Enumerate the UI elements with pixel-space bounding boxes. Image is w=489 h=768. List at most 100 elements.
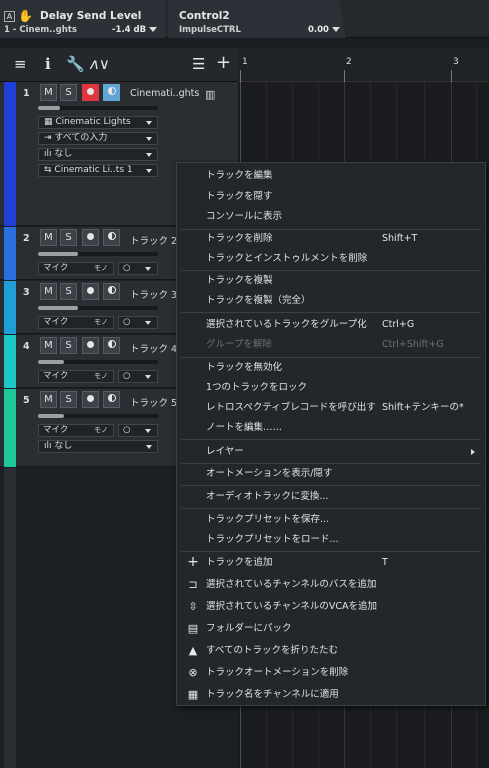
mute-button[interactable]: M <box>40 391 57 408</box>
ruler-mark-1: 1 <box>242 57 248 67</box>
menu-item-disable-track[interactable]: トラックを無効化 <box>177 357 485 378</box>
track-color-strip[interactable] <box>4 335 16 388</box>
record-icon <box>87 287 94 294</box>
automation-a-badge[interactable]: A <box>4 11 15 22</box>
track-color-strip[interactable] <box>4 389 16 467</box>
menu-item-show-hide-automation[interactable]: オートメーションを表示/隠す <box>177 463 485 484</box>
solo-button[interactable]: S <box>60 391 77 408</box>
menu-item-retrospective-record[interactable]: レトロスペクティブレコードを呼び出す Shift+テンキーの* <box>177 397 485 418</box>
track-options-icon[interactable]: ☰ <box>192 55 205 73</box>
input-mode-select[interactable]: ○ <box>118 316 158 329</box>
volume-fader[interactable] <box>38 360 158 364</box>
menu-item-apply-name[interactable]: ▦ トラック名をチャンネルに適用 <box>177 684 485 705</box>
menu-item-edit-notes[interactable]: ノートを編集…… <box>177 417 485 438</box>
volume-fader[interactable] <box>38 252 158 256</box>
volume-fader[interactable] <box>38 106 158 110</box>
wrench-icon[interactable]: 🔧 <box>66 55 85 73</box>
menu-item-convert-to-audio[interactable]: オーディオトラックに変換... <box>177 486 485 507</box>
menu-item-show-in-console[interactable]: コンソールに表示 <box>177 206 485 227</box>
input-select[interactable]: マイク モノ <box>38 262 114 275</box>
menu-item-save-track-preset[interactable]: トラックプリセットを保存... <box>177 509 485 530</box>
control-value[interactable]: 0.00 <box>308 25 340 35</box>
record-button[interactable] <box>82 391 99 408</box>
monitor-button[interactable] <box>103 391 120 408</box>
menu-item-add-bus[interactable]: ⊐ 選択されているチャンネルのバスを追加 <box>177 574 485 595</box>
input-mode-select[interactable]: ○ <box>118 370 158 383</box>
automation-icon[interactable]: ʌ∨ <box>90 55 110 73</box>
input-icon: ⇥ <box>44 133 55 143</box>
solo-button[interactable]: S <box>60 337 77 354</box>
menu-item-pack-folder[interactable]: ▤ フォルダーにパック <box>177 618 485 639</box>
menu-item-layers[interactable]: レイヤー <box>177 441 485 462</box>
solo-button[interactable]: S <box>60 84 77 101</box>
info-bar: A ✋ Delay Send Level 1 - Cinem..ghts -1.… <box>0 0 489 38</box>
input-mode-select[interactable]: ○ <box>118 262 158 275</box>
parameter-value[interactable]: -1.4 dB <box>112 25 158 35</box>
record-button[interactable] <box>82 84 99 101</box>
solo-button[interactable]: S <box>60 283 77 300</box>
menu-item-add-track[interactable]: + トラックを追加 T <box>177 552 485 573</box>
record-icon <box>87 233 94 240</box>
mute-button[interactable]: M <box>40 229 57 246</box>
menu-item-hide-track[interactable]: トラックを隠す <box>177 186 485 207</box>
menu-item-remove-automation[interactable]: ⊗ トラックオートメーションを削除 <box>177 662 485 683</box>
menu-item-duplicate-track[interactable]: トラックを複製 <box>177 270 485 291</box>
track-name[interactable]: トラック 5 <box>130 395 177 409</box>
circle-icon: ○ <box>123 263 131 273</box>
menu-item-edit-track[interactable]: トラックを編集 <box>177 165 485 186</box>
record-button[interactable] <box>82 229 99 246</box>
menu-item-delete-track[interactable]: トラックを削除 Shift+T <box>177 228 485 249</box>
mute-button[interactable]: M <box>40 337 57 354</box>
output-select[interactable]: ılı なし <box>38 440 158 453</box>
input-select[interactable]: ⇥ すべての入力 <box>38 132 158 145</box>
output-icon: ılı <box>44 149 55 159</box>
control-panel[interactable]: Control2 ImpulseCTRL 0.00 <box>168 0 346 38</box>
channel-select[interactable]: ⇆ Cinematic Li..ts 1 <box>38 164 158 177</box>
menu-item-duplicate-track-complete[interactable]: トラックを複製（完全） <box>177 290 485 311</box>
menu-item-add-vca[interactable]: ⇳ 選択されているチャンネルのVCAを追加 <box>177 596 485 617</box>
track-color-strip[interactable] <box>4 82 16 226</box>
track-name[interactable]: トラック 2 <box>130 233 177 247</box>
add-track-icon[interactable]: + <box>216 52 231 73</box>
list-menu-icon[interactable]: ≡ <box>14 55 27 73</box>
track-number: 3 <box>23 287 30 298</box>
track-name[interactable]: トラック 4 <box>130 341 177 355</box>
monitor-button[interactable] <box>103 84 120 101</box>
instrument-select[interactable]: ▦ Cinematic Lights <box>38 116 158 129</box>
control-title: Control2 <box>179 10 230 22</box>
volume-fader[interactable] <box>38 414 158 418</box>
track-color-strip[interactable] <box>4 227 16 280</box>
parameter-panel[interactable]: A ✋ Delay Send Level 1 - Cinem..ghts -1.… <box>0 0 165 38</box>
track-color-strip[interactable] <box>4 281 16 334</box>
solo-button[interactable]: S <box>60 229 77 246</box>
folder-pack-icon: ▤ <box>187 622 199 635</box>
monitor-button[interactable] <box>103 337 120 354</box>
menu-item-load-track-preset[interactable]: トラックプリセットをロード... <box>177 529 485 550</box>
channel-icon: ⇆ <box>44 165 55 175</box>
track-list-toolbar: ≡ i 🔧 ʌ∨ ☰ + <box>0 48 238 82</box>
input-select[interactable]: マイク モノ <box>38 370 114 383</box>
menu-item-lock-track[interactable]: 1つのトラックをロック <box>177 377 485 398</box>
record-button[interactable] <box>82 337 99 354</box>
track-name[interactable]: トラック 3 <box>130 287 177 301</box>
menu-item-collapse-all[interactable]: ▲ すべてのトラックを折りたたむ <box>177 640 485 661</box>
info-icon[interactable]: i <box>45 55 51 73</box>
input-select[interactable]: マイク モノ <box>38 424 114 437</box>
timeline-ruler[interactable]: 1 2 3 <box>238 48 489 82</box>
track-number: 1 <box>23 88 30 99</box>
monitor-button[interactable] <box>103 229 120 246</box>
track-name[interactable]: Cinemati..ghts <box>130 88 199 99</box>
record-button[interactable] <box>82 283 99 300</box>
mute-button[interactable]: M <box>40 84 57 101</box>
monitor-button[interactable] <box>103 283 120 300</box>
hand-icon: ✋ <box>18 9 33 23</box>
input-mode-select[interactable]: ○ <box>118 424 158 437</box>
volume-fader[interactable] <box>38 306 158 310</box>
input-select[interactable]: マイク モノ <box>38 316 114 329</box>
output-select[interactable]: ılı なし <box>38 148 158 161</box>
record-icon <box>87 395 94 402</box>
menu-item-group-tracks[interactable]: 選択されているトラックをグループ化 Ctrl+G <box>177 314 485 335</box>
track-context-menu: トラックを編集 トラックを隠す コンソールに表示 トラックを削除 Shift+T … <box>176 162 486 706</box>
menu-item-delete-track-instrument[interactable]: トラックとインストゥルメントを削除 <box>177 248 485 269</box>
mute-button[interactable]: M <box>40 283 57 300</box>
